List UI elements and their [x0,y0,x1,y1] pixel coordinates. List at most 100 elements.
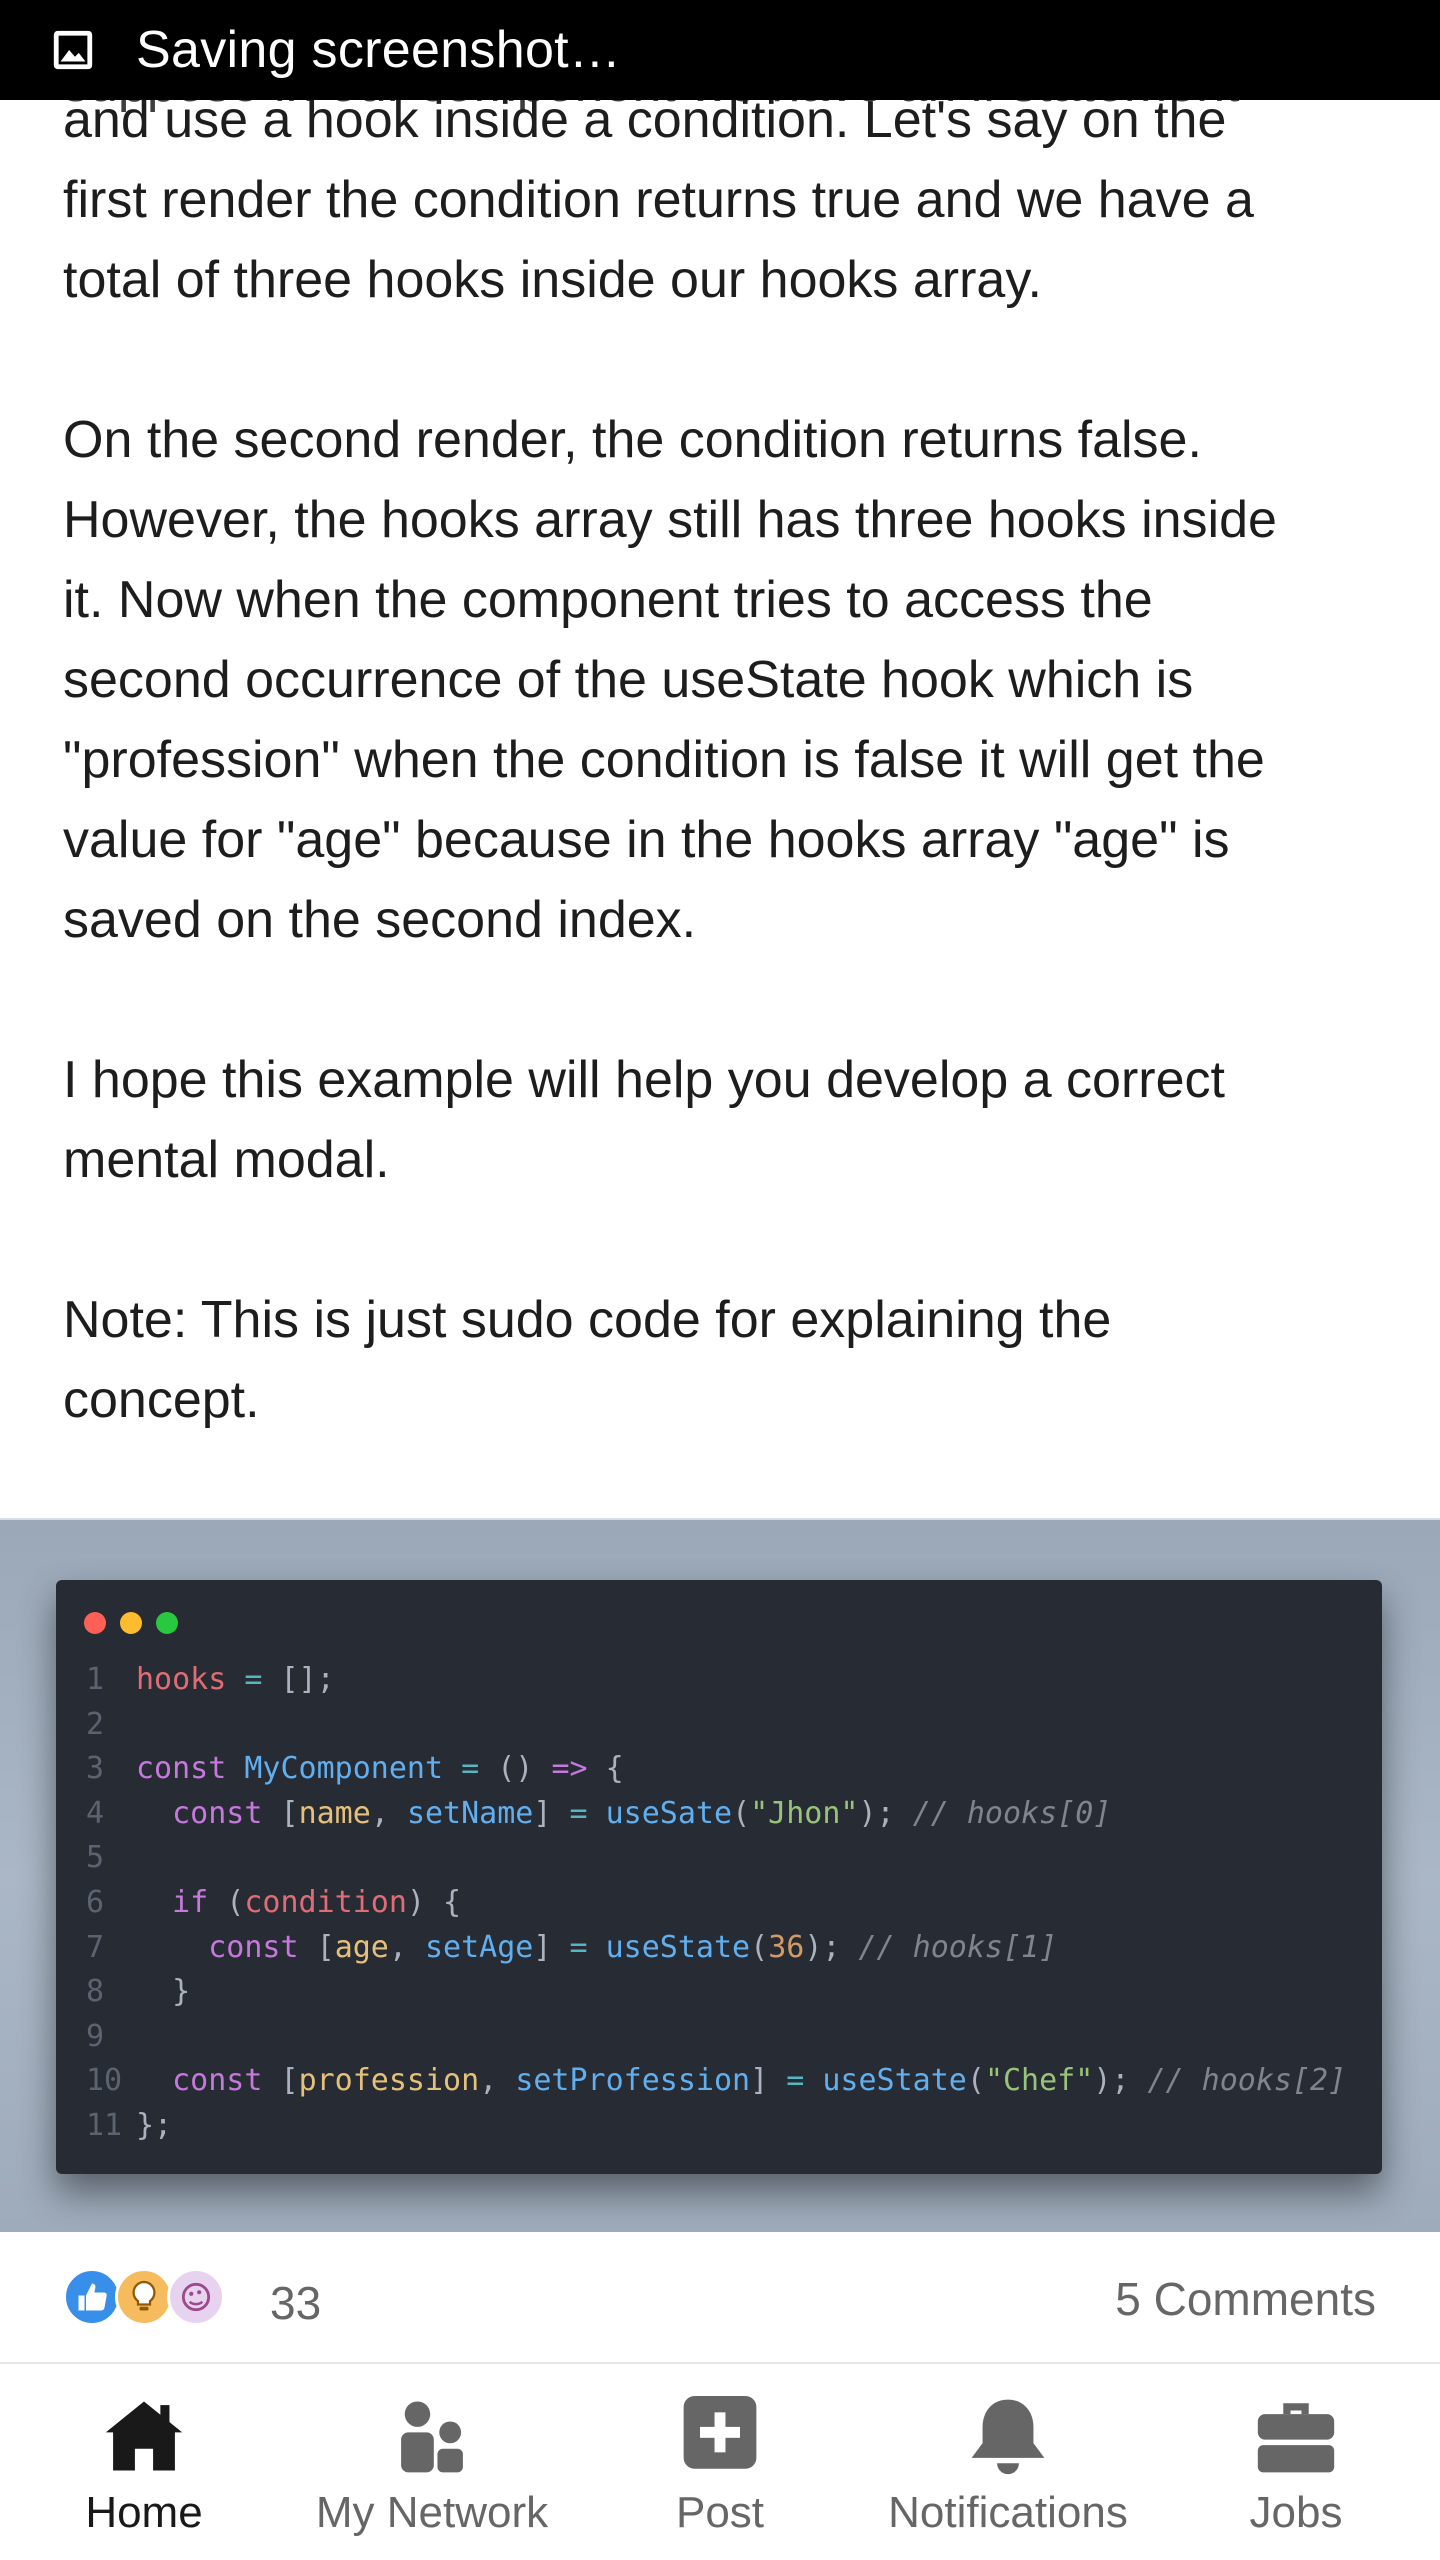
like-icon [63,2268,121,2326]
line-number: 5 [86,1840,105,1876]
nav-my-network-label: My Network [315,2488,549,2537]
code-token: if [172,1884,209,1920]
bottom-nav: Home My Network Post Notifications Jobs [0,2366,1440,2560]
code-token: ( [208,1884,245,1920]
code-token: // hooks[1] [858,1929,1058,1965]
code-token: setName [406,1795,534,1831]
line-number: 8 [86,1974,105,2010]
code-token: [ [298,1929,335,1965]
code-token: // hooks[0] [912,1795,1112,1831]
code-token: const [136,1751,227,1787]
window-controls [84,1612,178,1634]
code-token: ) { [406,1884,462,1920]
nav-notifications-label: Notifications [888,2488,1128,2537]
code-token: const [172,2063,263,2099]
line-number: 3 [86,1751,105,1787]
code-token: ] [533,1929,570,1965]
line-number: 4 [86,1795,105,1831]
nav-home-label: Home [85,2488,203,2537]
code-token: = [244,1662,263,1697]
home-icon [105,2401,183,2471]
nav-jobs[interactable]: Jobs [1152,2366,1440,2560]
line-number: 11 [86,2107,123,2143]
code-token: = [569,1929,588,1965]
article-paragraph: On the second render, the condition retu… [63,411,1277,949]
nav-notifications[interactable]: Notifications [864,2366,1152,2560]
comments-count-link[interactable]: 5 Comments [1115,2272,1376,2326]
code-token: = [461,1751,480,1787]
code-token: ( [750,1929,769,1965]
code-token: "Jhon" [750,1795,859,1831]
line-number: 6 [86,1884,105,1920]
code-token: ); [804,1929,859,1965]
code-line: 2 [86,1703,1346,1748]
code-token: () [479,1751,552,1787]
bell-icon [971,2399,1045,2475]
code-window: 1 hooks = []; 2 3 const MyComponent = () => … [56,1580,1382,2174]
code-token: => [551,1751,588,1787]
nav-my-network[interactable]: My Network [288,2366,576,2560]
code-token: setAge [425,1929,534,1965]
code-line: 8 } [86,1970,1346,2015]
code-token: profession [298,2063,480,2099]
code-token: const [208,1929,299,1965]
nav-post-label: Post [675,2488,765,2537]
code-line: 3 const MyComponent = () => { [86,1747,1346,1792]
code-token: ( [966,2063,985,2099]
code-token: // hooks[2] [1147,2063,1347,2099]
code-token: setProfession [515,2063,751,2099]
line-number: 1 [86,1662,105,1697]
code-token: , [479,2063,516,2099]
code-token: MyComponent [244,1751,444,1787]
reaction-icons[interactable] [63,2268,225,2326]
code-token: ] [750,2063,787,2099]
social-counts: 33 5 Comments [0,2232,1440,2364]
code-token: ( [732,1795,751,1831]
article-body: suppose in our component we have an if s… [63,55,1393,1520]
code-token: [ [262,2063,299,2099]
maximize-dot-icon [156,1612,178,1634]
status-bar: Saving screenshot… [0,0,1440,100]
celebrate-icon [167,2268,225,2326]
code-token: name [298,1795,371,1831]
code-token: age [334,1929,389,1965]
code-line: 4 const [name, setName] = useSate("Jhon"… [86,1792,1346,1837]
code-snippet-image[interactable]: 1 hooks = []; 2 3 const MyComponent = () => … [0,1518,1440,2232]
line-number: 7 [86,1929,105,1965]
code-token: 36 [768,1929,805,1965]
nav-post[interactable]: Post [576,2366,864,2560]
code-token: = [786,2063,805,2099]
insightful-icon [115,2268,173,2326]
code-line: 1 hooks = []; [86,1658,1346,1703]
code-token: hooks [136,1662,227,1697]
code-line: 9 [86,2015,1346,2060]
network-icon [401,2401,463,2473]
line-number: 2 [86,1706,105,1742]
code-token: []; [262,1662,335,1697]
code-token: useState [822,2063,967,2099]
nav-home[interactable]: Home [0,2366,288,2560]
code-token: useSate [605,1795,733,1831]
code-token: useState [605,1929,751,1965]
nav-jobs-label: Jobs [1249,2488,1343,2537]
line-number: 10 [86,2063,123,2099]
briefcase-icon [1257,2403,1335,2473]
code-token: const [172,1795,263,1831]
code-token: , [388,1929,425,1965]
code-line: 7 const [age, setAge] = useState(36); //… [86,1926,1346,1971]
code-line: 10 const [profession, setProfession] = u… [86,2059,1346,2104]
status-text: Saving screenshot… [136,21,622,79]
reaction-count[interactable]: 33 [270,2276,321,2330]
article-paragraph: Note: This is just sudo code for explain… [63,1291,1112,1429]
code-line: 6 if (condition) { [86,1881,1346,1926]
code-token: ); [858,1795,913,1831]
